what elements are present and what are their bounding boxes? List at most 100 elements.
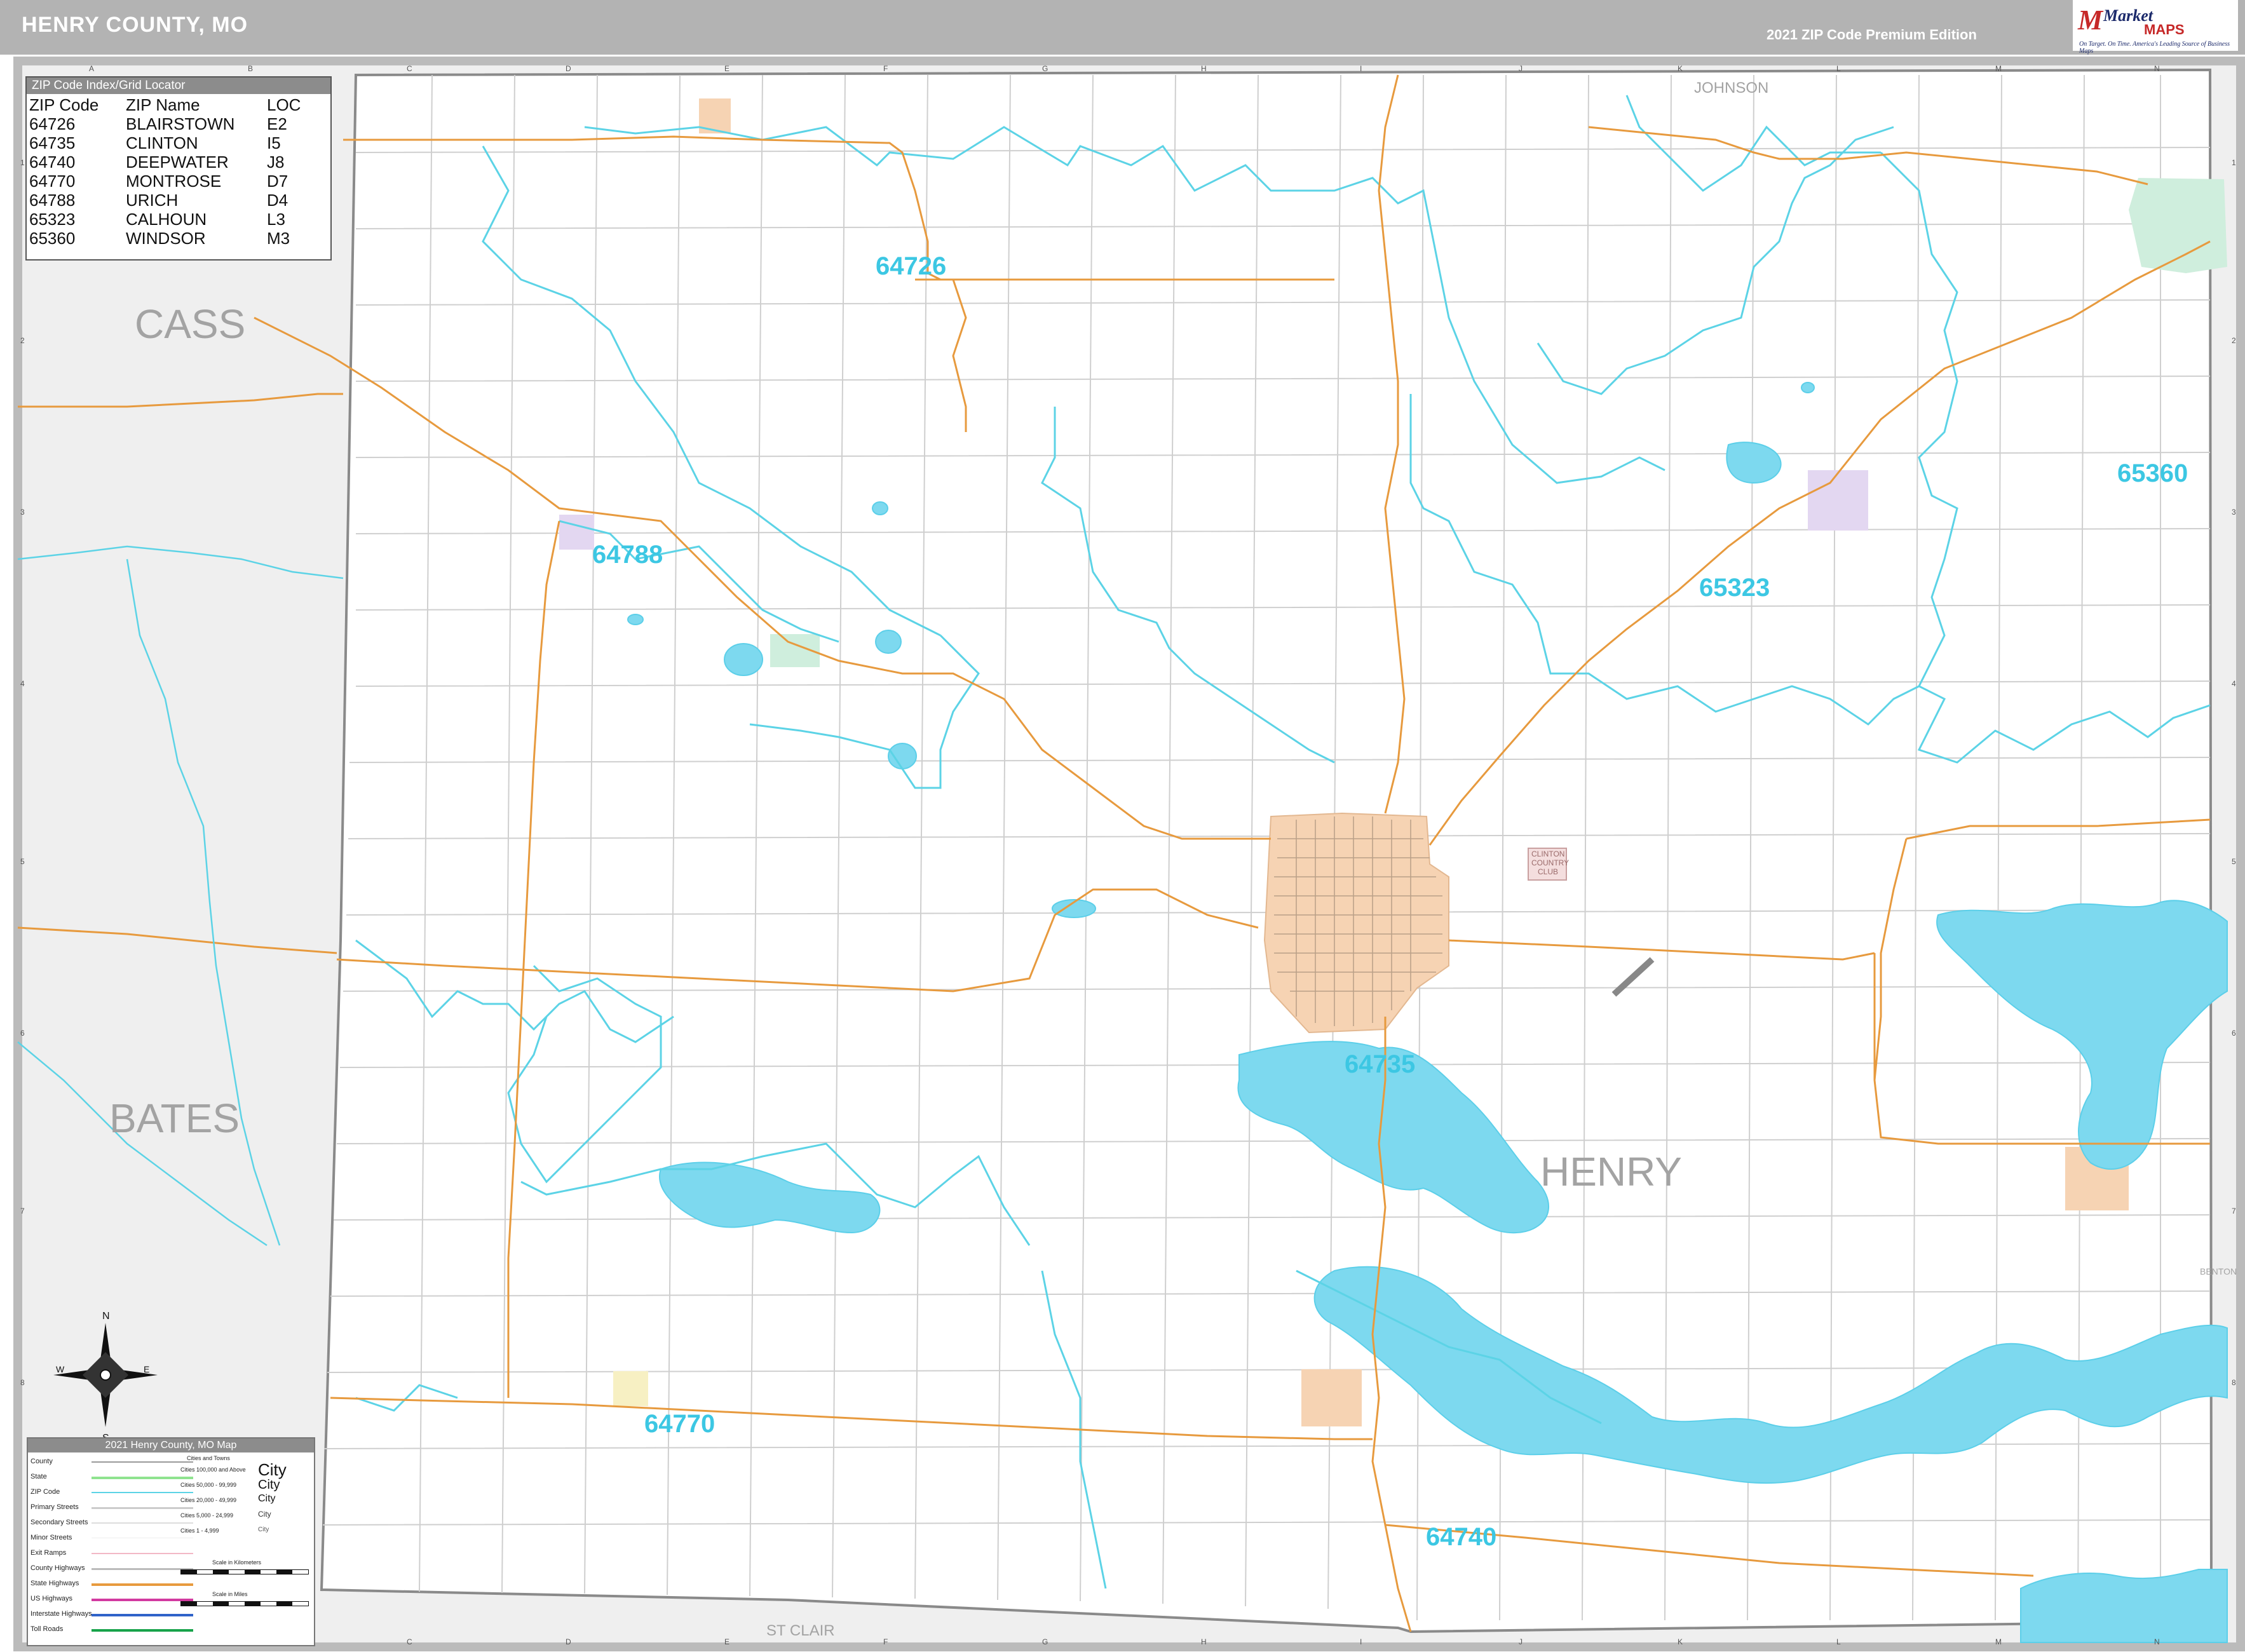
table-row: 64735 CLINTON I5	[29, 133, 308, 152]
legend-line-primary	[92, 1507, 193, 1509]
grid-col-e-bottom: E	[724, 1637, 729, 1646]
zip-cell: 64788	[29, 191, 76, 210]
zip-label-64770: 64770	[644, 1410, 715, 1438]
compass-e-label: E	[144, 1364, 149, 1374]
grid-col-k-top: K	[1678, 64, 1683, 73]
legend-scale-mi-label: Scale in Miles	[212, 1591, 248, 1597]
grid-col-m-top: M	[1995, 64, 2002, 73]
grid-row-3-right: 3	[2232, 508, 2236, 517]
grid-col-i-top: I	[1360, 64, 1362, 73]
legend-scale-km-label: Scale in Kilometers	[212, 1559, 262, 1566]
grid-col-l-bottom: L	[1836, 1637, 1841, 1646]
zip-name-cell: CALHOUN	[126, 210, 207, 229]
legend-item-county-hwy: County Highways	[31, 1564, 85, 1572]
pond-2	[875, 630, 902, 654]
loc-cell: E2	[267, 114, 287, 133]
legend-city-size-5: Cities 1 - 4,999	[180, 1527, 219, 1534]
zip-label-64726: 64726	[876, 252, 946, 280]
county-label-benton: BENTON	[2200, 1266, 2237, 1276]
zip-cell: 64740	[29, 152, 76, 172]
grid-row-5-left: 5	[20, 857, 25, 866]
loc-cell: L3	[267, 210, 285, 229]
grid-row-1-right: 1	[2232, 158, 2236, 167]
table-row: 64740 DEEPWATER J8	[29, 152, 308, 172]
grid-row-4-right: 4	[2232, 679, 2236, 688]
legend-item-county: County	[31, 1458, 53, 1465]
pond-5	[872, 501, 888, 515]
grid-row-6-left: 6	[20, 1029, 25, 1038]
legend-item-state-hwy: State Highways	[31, 1580, 79, 1587]
pond-1	[724, 643, 763, 676]
grid-row-4-left: 4	[20, 679, 25, 688]
grid-col-j-bottom: J	[1519, 1637, 1523, 1646]
grid-col-n-top: N	[2154, 64, 2160, 73]
pond-3	[888, 743, 917, 769]
zip-index-header-zip: ZIP Code	[29, 95, 99, 114]
zip-name-cell: WINDSOR	[126, 229, 206, 248]
legend-line-toll	[92, 1629, 193, 1632]
zip-index-header-row: ZIP Code ZIP Name LOC	[29, 95, 308, 114]
legend-city-sample-5: City	[258, 1526, 269, 1533]
zip-index-box: ZIP Code Index/Grid Locator ZIP Code ZIP…	[25, 76, 332, 261]
legend-city-sample-1: City	[258, 1460, 287, 1479]
grid-row-2-right: 2	[2232, 336, 2236, 345]
county-label-bates: BATES	[109, 1095, 240, 1141]
grid-row-8-right: 8	[2232, 1378, 2236, 1387]
loc-cell: I5	[267, 133, 281, 152]
zip-cell: 64726	[29, 114, 76, 133]
loc-cell: D4	[267, 191, 288, 210]
zip-name-cell: CLINTON	[126, 133, 198, 152]
table-row: 65360 WINDSOR M3	[29, 229, 308, 248]
grid-row-2-left: 2	[20, 336, 25, 345]
grid-col-k-bottom: K	[1678, 1637, 1683, 1646]
grid-col-g-bottom: G	[1042, 1637, 1048, 1646]
grid-row-7-right: 7	[2232, 1207, 2236, 1215]
table-row: 65323 CALHOUN L3	[29, 210, 308, 229]
legend-city-size-1: Cities 100,000 and Above	[180, 1466, 246, 1473]
calhoun-town-area	[1808, 470, 1868, 531]
zip-name-cell: URICH	[126, 191, 179, 210]
legend-item-toll: Toll Roads	[31, 1625, 64, 1633]
loc-cell: D7	[267, 172, 288, 191]
zip-cell: 65360	[29, 229, 76, 248]
grid-col-m-bottom: M	[1995, 1637, 2002, 1646]
county-label-cass: CASS	[135, 301, 245, 347]
grid-col-e-top: E	[724, 64, 729, 73]
truman-lake-southeast	[2020, 1569, 2228, 1643]
zip-label-65323: 65323	[1699, 574, 1770, 602]
grid-row-8-left: 8	[20, 1378, 25, 1387]
legend-scale-km-bar	[180, 1569, 309, 1574]
zip-cell: 65323	[29, 210, 76, 229]
montrose-town-area	[613, 1371, 648, 1406]
urich-town-area	[559, 515, 594, 550]
compass-w-label: W	[56, 1364, 65, 1374]
legend-line-state	[92, 1477, 193, 1479]
county-map: A B C D E F G H I J K L M N A B C D E F …	[13, 57, 2245, 1651]
grid-col-l-top: L	[1836, 64, 1841, 73]
zip-cell: 64770	[29, 172, 76, 191]
zip-label-64740: 64740	[1426, 1523, 1496, 1551]
legend-line-state-hwy	[92, 1583, 193, 1586]
pond-7	[627, 614, 644, 625]
legend-item-us-hwy: US Highways	[31, 1595, 73, 1602]
grid-col-d-bottom: D	[566, 1637, 571, 1646]
zip-name-cell: DEEPWATER	[126, 152, 229, 172]
legend-item-primary: Primary Streets	[31, 1503, 79, 1511]
county-label-st-clair: ST CLAIR	[766, 1622, 835, 1639]
legend-line-ramps	[92, 1553, 193, 1554]
grid-col-i-bottom: I	[1360, 1637, 1362, 1646]
legend-scale-mi-bar	[180, 1601, 309, 1606]
grid-col-f-bottom: F	[883, 1637, 888, 1646]
zip-label-64788: 64788	[592, 541, 663, 569]
zip-name-cell: MONTROSE	[126, 172, 222, 191]
grid-col-n-bottom: N	[2154, 1637, 2160, 1646]
zip-label-65360: 65360	[2117, 459, 2188, 487]
zip-index-header-name: ZIP Name	[126, 95, 200, 114]
county-label-johnson: JOHNSON	[1694, 79, 1768, 97]
legend-item-interstate: Interstate Highways	[31, 1610, 92, 1618]
legend-line-county	[92, 1461, 193, 1463]
zip-index-table: ZIP Code ZIP Name LOC 64726 BLAIRSTOWN E2 …	[29, 95, 308, 248]
grid-col-f-top: F	[883, 64, 888, 73]
pond-6	[1801, 382, 1815, 393]
county-label-henry: HENRY	[1540, 1149, 1682, 1195]
